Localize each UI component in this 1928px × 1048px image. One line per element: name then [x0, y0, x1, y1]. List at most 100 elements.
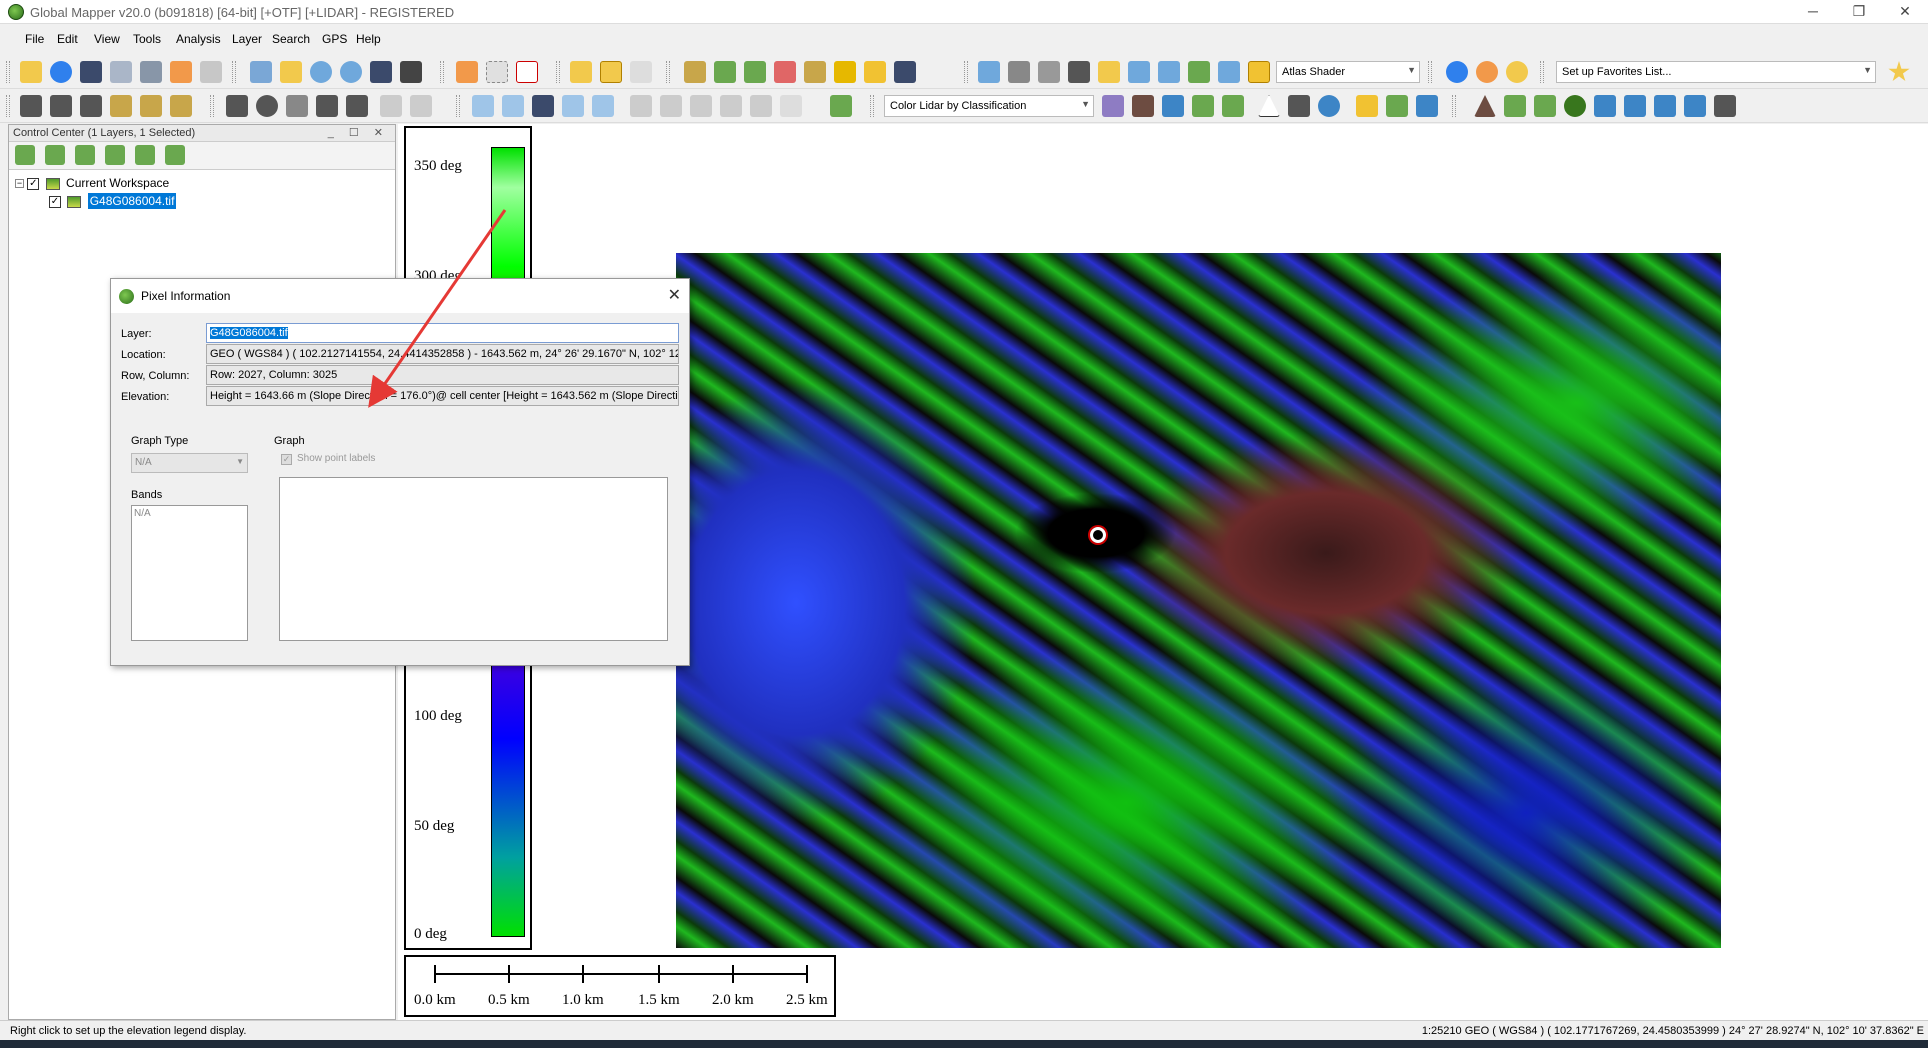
pan-hand-icon[interactable] [280, 61, 302, 83]
grass-icon[interactable] [1504, 95, 1526, 117]
add-layer-icon[interactable] [15, 145, 35, 165]
volume-icon[interactable] [774, 61, 796, 83]
select-rect-icon[interactable] [486, 61, 508, 83]
view-shed-icon[interactable] [714, 61, 736, 83]
layer-field[interactable]: G48G086004.tif [206, 323, 679, 343]
key-icon[interactable] [1714, 95, 1736, 117]
lidar-tree-icon[interactable] [1192, 95, 1214, 117]
toolbar-grip[interactable] [440, 61, 444, 83]
resize-icon[interactable] [502, 95, 524, 117]
grid-icon[interactable] [286, 95, 308, 117]
lidar-building-icon[interactable] [1162, 95, 1184, 117]
edit-icon[interactable] [316, 95, 338, 117]
lidar-search-icon[interactable] [1318, 95, 1340, 117]
layer-node[interactable]: ✓ G48G086004.tif [49, 193, 177, 212]
layer-up-icon[interactable] [105, 145, 125, 165]
line-tool-icon[interactable] [20, 95, 42, 117]
line-tool-icon[interactable] [170, 95, 192, 117]
split-line-icon[interactable] [660, 95, 682, 117]
split-line-icon[interactable] [690, 95, 712, 117]
split-line-icon[interactable] [630, 95, 652, 117]
toolbar-grip[interactable] [1540, 61, 1544, 83]
lidar-terrain-icon[interactable] [1132, 95, 1154, 117]
sun-icon[interactable] [1476, 61, 1498, 83]
layer-visibility-icon[interactable] [165, 145, 185, 165]
remove-layer-icon[interactable] [75, 145, 95, 165]
workspace-checkbox[interactable]: ✓ [27, 177, 40, 190]
menu-search[interactable]: Search [272, 32, 310, 46]
water-icon[interactable] [1218, 61, 1240, 83]
vertical-icon[interactable] [1188, 61, 1210, 83]
image-icon[interactable] [864, 61, 886, 83]
digitizer-icon[interactable] [630, 61, 652, 83]
move-icon[interactable] [562, 95, 584, 117]
minimize-button[interactable]: ─ [1790, 0, 1836, 24]
crop-icon[interactable] [780, 95, 802, 117]
mountain-icon[interactable] [1474, 95, 1496, 117]
elevation-icon[interactable] [1128, 61, 1150, 83]
panel-window-buttons[interactable]: _ ☐ ✕ [328, 126, 389, 139]
layer-label[interactable]: G48G086004.tif [87, 193, 177, 209]
add-layer-icon[interactable] [45, 145, 65, 165]
delete-x-icon[interactable] [516, 61, 538, 83]
wrench-icon[interactable] [140, 61, 162, 83]
menu-analysis[interactable]: Analysis [176, 32, 221, 46]
zoom-tool-icon[interactable] [250, 61, 272, 83]
lidar-filter-icon[interactable] [1288, 95, 1310, 117]
dialog-close-button[interactable]: ✕ [668, 285, 681, 305]
building-icon[interactable] [1594, 95, 1616, 117]
lidar-color-select[interactable]: Color Lidar by Classification ▼ [884, 95, 1094, 117]
lidar-edit-icon[interactable] [1386, 95, 1408, 117]
toolbar-grip[interactable] [1452, 95, 1456, 117]
move-icon[interactable] [592, 95, 614, 117]
shader-icon[interactable] [1098, 61, 1120, 83]
toolbar-grip[interactable] [870, 95, 874, 117]
dialog-title-bar[interactable]: Pixel Information ✕ [111, 279, 689, 313]
restore-button[interactable]: ❐ [1836, 0, 1882, 24]
config-icon[interactable] [110, 61, 132, 83]
terrain-map-image[interactable] [676, 253, 1721, 948]
pen-icon[interactable] [226, 95, 248, 117]
layers-icon[interactable] [978, 61, 1000, 83]
toolbar-grip[interactable] [666, 61, 670, 83]
line-tool-icon[interactable] [50, 95, 72, 117]
toolbar-grip[interactable] [1428, 61, 1432, 83]
menu-gps[interactable]: GPS [322, 32, 347, 46]
menu-tools[interactable]: Tools [133, 32, 161, 46]
workspace-node[interactable]: − ✓ Current Workspace [15, 176, 169, 194]
globe-icon[interactable] [50, 61, 72, 83]
menu-help[interactable]: Help [356, 32, 381, 46]
menu-edit[interactable]: Edit [57, 32, 78, 46]
line-tool-icon[interactable] [110, 95, 132, 117]
zoom-out-icon[interactable] [340, 61, 362, 83]
pencil-disabled-icon[interactable] [410, 95, 432, 117]
terrain-path-icon[interactable] [684, 61, 706, 83]
shader-select[interactable]: Atlas Shader ▼ [1276, 61, 1420, 83]
split-icon[interactable] [1038, 61, 1060, 83]
measure-icon[interactable] [830, 95, 852, 117]
favorites-select[interactable]: Set up Favorites List... ▼ [1556, 61, 1876, 83]
lidar-settings-icon[interactable] [1416, 95, 1438, 117]
triangle-icon[interactable] [1258, 95, 1280, 117]
toolbar-grip[interactable] [210, 95, 214, 117]
toolbar-grip[interactable] [456, 95, 460, 117]
menu-layer[interactable]: Layer [232, 32, 262, 46]
zoom-in-icon[interactable] [310, 61, 332, 83]
noise-icon[interactable] [1684, 95, 1706, 117]
show-point-labels-checkbox[interactable]: ✓ [281, 454, 292, 465]
elevation-scale-icon[interactable] [1158, 61, 1180, 83]
save-icon[interactable] [80, 61, 102, 83]
web-globe-icon[interactable] [1446, 61, 1468, 83]
moon-icon[interactable] [1506, 61, 1528, 83]
rowcol-field[interactable]: Row: 2027, Column: 3025 [206, 365, 679, 385]
pencil-disabled-icon[interactable] [380, 95, 402, 117]
tree-icon[interactable] [1564, 95, 1586, 117]
funnel-icon[interactable] [1356, 95, 1378, 117]
vegetation-icon[interactable] [1534, 95, 1556, 117]
back-arrow-icon[interactable] [370, 61, 392, 83]
split-line-icon[interactable] [750, 95, 772, 117]
bands-list[interactable]: N/A [131, 505, 248, 641]
target-icon[interactable] [256, 95, 278, 117]
toolbar-grip[interactable] [964, 61, 968, 83]
open-folder-icon[interactable] [20, 61, 42, 83]
